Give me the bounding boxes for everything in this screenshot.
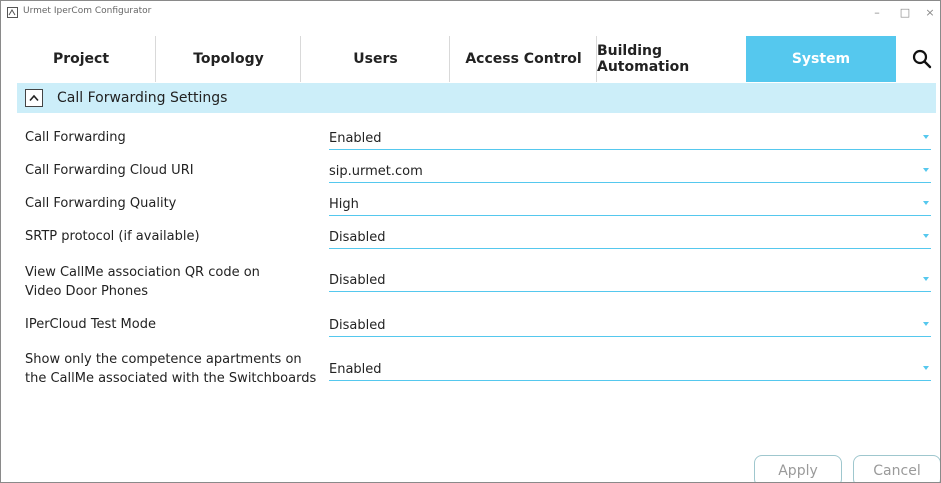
setting-value: Disabled: [329, 230, 386, 245]
call-forwarding-select[interactable]: Enabled: [329, 125, 931, 150]
section-title: Call Forwarding Settings: [57, 90, 228, 106]
minimize-icon[interactable]: –: [867, 5, 887, 21]
tab-label: Topology: [193, 51, 264, 67]
dropdown-caret-icon: [923, 277, 929, 281]
dropdown-caret-icon: [923, 135, 929, 139]
setting-label: View CallMe association QR code on Video…: [25, 265, 260, 299]
tab-project[interactable]: Project: [7, 36, 155, 82]
tab-access-control[interactable]: Access Control: [449, 36, 597, 82]
title-bar: Urmet IperCom Configurator – □ ×: [1, 1, 940, 25]
setting-row-call-forwarding: Call Forwarding Enabled: [25, 125, 936, 150]
section-header-call-forwarding: Call Forwarding Settings: [17, 83, 936, 113]
dropdown-caret-icon: [923, 366, 929, 370]
tab-system[interactable]: System: [746, 36, 896, 82]
setting-value: Disabled: [329, 318, 386, 333]
tab-label: Building Automation: [597, 43, 690, 75]
setting-row-test-mode: IPerCloud Test Mode Disabled: [25, 312, 936, 337]
app-window: Urmet IperCom Configurator – □ × Project…: [0, 0, 941, 483]
setting-label: SRTP protocol (if available): [25, 229, 200, 244]
search-icon: [912, 49, 932, 69]
setting-label: Show only the competence apartments on t…: [25, 352, 317, 386]
maximize-icon[interactable]: □: [895, 5, 915, 21]
quality-select[interactable]: High: [329, 191, 931, 216]
tab-label: Access Control: [465, 51, 582, 67]
main-tab-bar: Project Topology Users Access Control Bu…: [7, 36, 940, 82]
search-button[interactable]: [904, 36, 940, 82]
setting-label: Call Forwarding Quality: [25, 196, 177, 211]
competence-apartments-select[interactable]: Enabled: [329, 356, 931, 381]
dropdown-caret-icon: [923, 201, 929, 205]
tab-building-automation[interactable]: Building Automation: [596, 36, 747, 82]
setting-row-competence-apartments: Show only the competence apartments on t…: [25, 350, 936, 390]
dropdown-caret-icon: [923, 168, 929, 172]
srtp-select[interactable]: Disabled: [329, 224, 931, 249]
setting-row-srtp: SRTP protocol (if available) Disabled: [25, 224, 936, 249]
tab-label: Project: [52, 51, 110, 67]
dropdown-caret-icon: [923, 234, 929, 238]
app-logo-icon: [7, 7, 18, 18]
cloud-uri-select[interactable]: sip.urmet.com: [329, 158, 931, 183]
window-title: Urmet IperCom Configurator: [23, 6, 152, 16]
cancel-button[interactable]: Cancel: [853, 455, 940, 482]
setting-row-quality: Call Forwarding Quality High: [25, 191, 936, 216]
qr-code-select[interactable]: Disabled: [329, 267, 931, 292]
setting-label: Call Forwarding: [25, 130, 126, 145]
test-mode-select[interactable]: Disabled: [329, 312, 931, 337]
setting-value: Enabled: [329, 362, 382, 377]
setting-value: sip.urmet.com: [329, 164, 423, 179]
setting-value: Disabled: [329, 273, 386, 288]
close-icon[interactable]: ×: [920, 5, 940, 21]
collapse-button[interactable]: [25, 89, 43, 107]
tab-label: Users: [353, 51, 398, 67]
setting-row-qr-code: View CallMe association QR code on Video…: [25, 263, 936, 303]
setting-label: IPerCloud Test Mode: [25, 317, 156, 332]
setting-value: High: [329, 197, 359, 212]
apply-button[interactable]: Apply: [754, 455, 842, 482]
tab-users[interactable]: Users: [300, 36, 450, 82]
dropdown-caret-icon: [923, 322, 929, 326]
tab-label: System: [791, 51, 851, 67]
setting-row-cloud-uri: Call Forwarding Cloud URI sip.urmet.com: [25, 158, 936, 183]
tab-topology[interactable]: Topology: [155, 36, 301, 82]
chevron-up-icon: [29, 94, 39, 102]
setting-value: Enabled: [329, 131, 382, 146]
setting-label: Call Forwarding Cloud URI: [25, 163, 194, 178]
